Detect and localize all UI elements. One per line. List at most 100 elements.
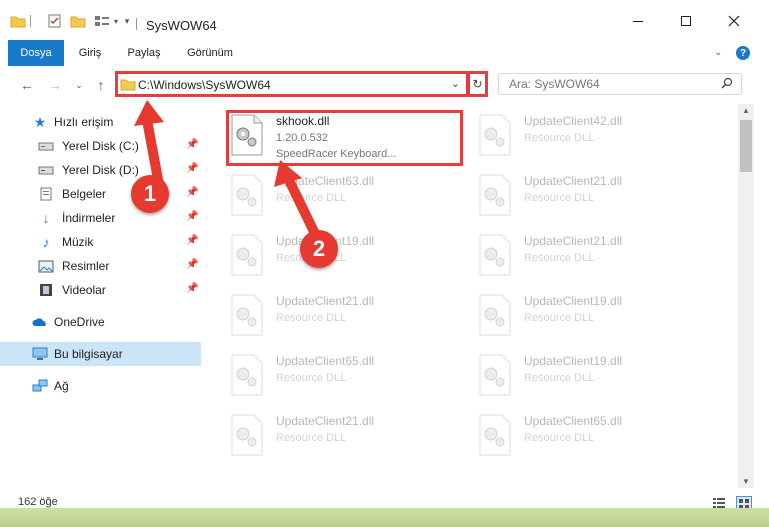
minimize-button[interactable]: [616, 10, 660, 32]
back-button[interactable]: ←: [18, 76, 36, 94]
sidebar-item-downloads[interactable]: ↓ İndirmeler 📌: [0, 206, 201, 230]
close-button[interactable]: [712, 10, 756, 32]
window-title: SysWOW64: [146, 18, 217, 33]
file-item[interactable]: UpdateClient19.dll Resource DLL: [472, 348, 712, 400]
close-icon: [728, 15, 740, 27]
file-description: Resource DLL: [524, 312, 595, 324]
search-icon: [721, 77, 733, 92]
file-name: UpdateClient42.dll: [524, 114, 623, 128]
tab-view[interactable]: Görünüm: [180, 40, 240, 66]
sidebar-item-this-pc[interactable]: Bu bilgisayar: [0, 342, 201, 366]
dll-file-icon: [479, 234, 511, 276]
file-name: UpdateClient21.dll: [524, 174, 623, 188]
view-icon[interactable]: [94, 14, 110, 28]
step-marker-2: 2: [300, 230, 338, 268]
file-description: Resource DLL: [276, 372, 347, 384]
minimize-icon: [633, 21, 643, 22]
ribbon: Dosya Giriş Paylaş Görünüm ⌄ ?: [0, 40, 769, 69]
dll-file-icon: [479, 114, 511, 156]
file-name: UpdateClient19.dll: [524, 354, 623, 368]
file-item[interactable]: UpdateClient21.dll Resource DLL: [224, 288, 464, 340]
vertical-scrollbar[interactable]: ▲ ▼: [738, 104, 754, 488]
file-item[interactable]: UpdateClient65.dll Resource DLL: [472, 408, 712, 460]
sidebar-item-label: Müzik: [62, 235, 94, 249]
sidebar-item-videos[interactable]: Videolar 📌: [0, 278, 201, 302]
sidebar-item-label: Ağ: [54, 379, 69, 393]
tab-file[interactable]: Dosya: [8, 40, 64, 66]
file-description: Resource DLL: [276, 312, 347, 324]
chevron-down-icon[interactable]: ▾: [112, 14, 120, 28]
properties-icon[interactable]: [48, 14, 62, 28]
pin-icon: 📌: [186, 163, 199, 174]
sidebar-item-label: Resimler: [62, 259, 110, 273]
scrollbar-thumb[interactable]: [740, 120, 752, 172]
file-item[interactable]: UpdateClient21.dll Resource DLL: [224, 408, 464, 460]
refresh-button[interactable]: ↻: [467, 71, 488, 97]
title-separator: [136, 18, 137, 30]
sidebar-item-music[interactable]: ♪ Müzik 📌: [0, 230, 201, 254]
cloud-icon: [32, 314, 48, 330]
help-icon[interactable]: ?: [736, 46, 750, 60]
sidebar-item-local-disk-d[interactable]: Yerel Disk (D:) 📌: [0, 158, 201, 182]
pictures-icon: [38, 258, 54, 274]
network-icon: [32, 378, 48, 394]
file-name: UpdateClient65.dll: [276, 354, 375, 368]
expand-ribbon-icon[interactable]: ⌄: [714, 47, 722, 58]
dll-file-icon: [231, 414, 263, 456]
tab-home[interactable]: Giriş: [70, 40, 110, 66]
recent-locations-button[interactable]: ⌄: [70, 76, 88, 94]
dll-file-icon: [479, 354, 511, 396]
pin-icon: 📌: [186, 211, 199, 222]
file-name: UpdateClient19.dll: [524, 294, 623, 308]
file-item[interactable]: UpdateClient21.dll Resource DLL: [472, 228, 712, 280]
videos-icon: [38, 282, 54, 298]
file-item[interactable]: UpdateClient21.dll Resource DLL: [472, 168, 712, 220]
pin-icon: 📌: [186, 187, 199, 198]
file-item[interactable]: UpdateClient19.dll Resource DLL: [472, 288, 712, 340]
dll-file-icon: [479, 174, 511, 216]
highlight-box: [226, 110, 463, 166]
separator: [28, 14, 34, 28]
customize-quick-access-icon[interactable]: ▾: [122, 14, 132, 28]
sidebar-item-label: Yerel Disk (C:): [62, 139, 139, 153]
sidebar-item-network[interactable]: Ağ: [0, 374, 201, 398]
new-folder-icon[interactable]: [70, 14, 86, 28]
desktop-background: [0, 508, 769, 527]
search-placeholder: Ara: SysWOW64: [509, 77, 600, 91]
address-bar[interactable]: C:\Windows\SysWOW64 ⌄: [115, 71, 469, 97]
sidebar-item-documents[interactable]: Belgeler 📌: [0, 182, 201, 206]
tab-share[interactable]: Paylaş: [122, 40, 166, 66]
download-icon: ↓: [42, 210, 50, 226]
computer-icon: [32, 346, 48, 362]
file-name: UpdateClient65.dll: [524, 414, 623, 428]
file-item[interactable]: UpdateClient42.dll Resource DLL: [472, 108, 712, 160]
file-item[interactable]: UpdateClient19.dll Resource DLL: [224, 228, 464, 280]
scroll-up-icon[interactable]: ▲: [742, 106, 750, 115]
chevron-down-icon[interactable]: ⌄: [451, 77, 460, 90]
sidebar-item-label: OneDrive: [54, 315, 105, 329]
file-description: Resource DLL: [524, 432, 595, 444]
title-bar: ▾ ▾ SysWOW64: [0, 0, 769, 40]
up-button[interactable]: ↑: [92, 76, 110, 94]
sidebar-item-onedrive[interactable]: OneDrive: [0, 310, 201, 334]
sidebar-item-pictures[interactable]: Resimler 📌: [0, 254, 201, 278]
scroll-down-icon[interactable]: ▼: [742, 477, 750, 486]
file-item[interactable]: UpdateClient63.dll Resource DLL: [224, 168, 464, 220]
search-box[interactable]: Ara: SysWOW64: [498, 73, 742, 95]
dll-file-icon: [231, 174, 263, 216]
file-description: Resource DLL: [524, 192, 595, 204]
forward-button[interactable]: →: [46, 76, 64, 94]
documents-icon: [38, 186, 54, 202]
sidebar-item-local-disk-c[interactable]: Yerel Disk (C:) 📌: [0, 134, 201, 158]
sidebar-item-quick-access[interactable]: ★ Hızlı erişim: [0, 110, 201, 134]
dll-file-icon: [231, 294, 263, 336]
file-name: UpdateClient21.dll: [276, 294, 375, 308]
file-description: Resource DLL: [276, 192, 347, 204]
step-marker-1: 1: [131, 175, 169, 213]
file-item[interactable]: UpdateClient65.dll Resource DLL: [224, 348, 464, 400]
refresh-icon: ↻: [472, 77, 483, 91]
file-name: UpdateClient21.dll: [524, 234, 623, 248]
dll-file-icon: [479, 414, 511, 456]
maximize-button[interactable]: [664, 10, 708, 32]
sidebar-item-label: Belgeler: [62, 187, 107, 201]
